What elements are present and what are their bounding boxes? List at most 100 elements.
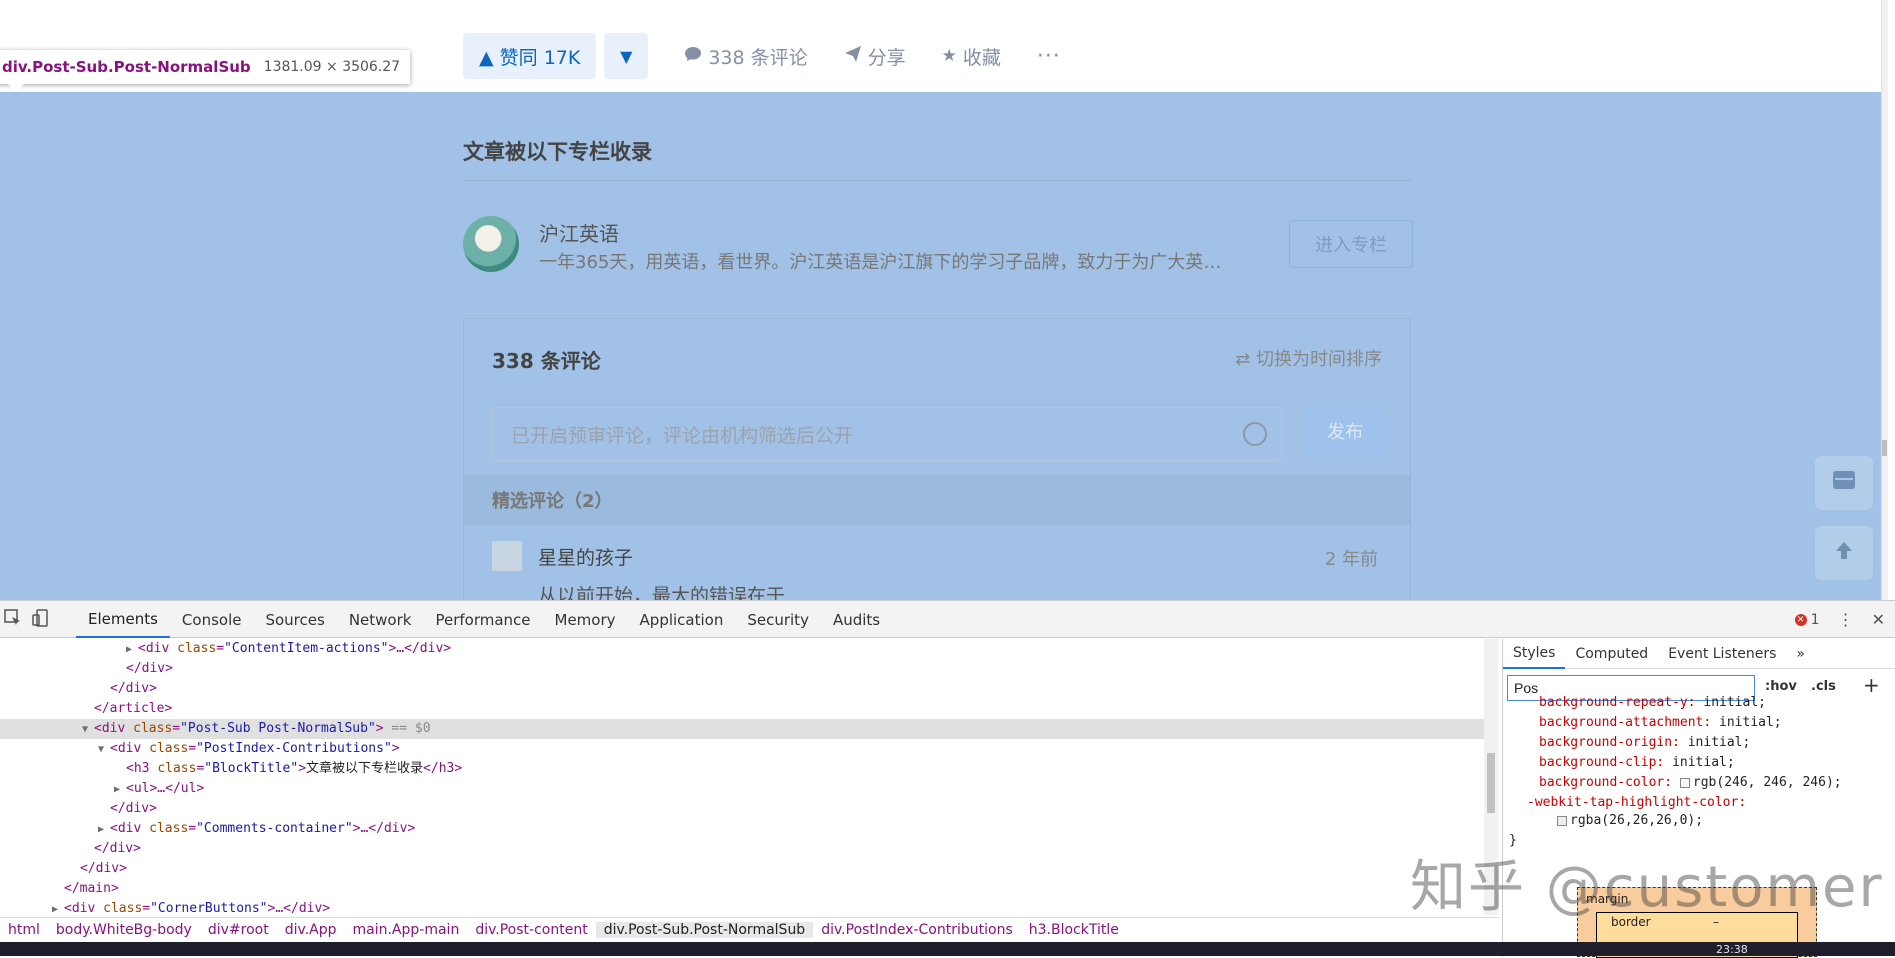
close-icon[interactable]: ✕: [1872, 610, 1885, 629]
tab-security[interactable]: Security: [735, 601, 821, 638]
tab-application[interactable]: Application: [628, 601, 736, 638]
dom-node[interactable]: </div>: [0, 799, 157, 819]
tooltip-selector: div.Post-Sub.Post-NormalSub: [2, 58, 251, 76]
dom-node[interactable]: ▶ <div class="CornerButtons">…</div>: [0, 899, 330, 915]
device-toolbar-icon[interactable]: [32, 609, 52, 629]
tab-styles[interactable]: Styles: [1503, 639, 1566, 669]
emoji-icon[interactable]: [1243, 422, 1267, 446]
new-rule-button[interactable]: +: [1863, 673, 1880, 697]
expand-triangle-icon[interactable]: ▶: [52, 900, 64, 915]
block-title: 文章被以下专栏收录: [463, 140, 652, 164]
breadcrumb-item[interactable]: div.App: [277, 922, 345, 938]
error-icon[interactable]: ✕: [1794, 613, 1807, 626]
tooltip-arrow: [8, 84, 24, 92]
arrow-up-icon: [1833, 539, 1855, 567]
dom-node[interactable]: </div>: [0, 679, 157, 699]
favorite-button[interactable]: ★ 收藏: [942, 43, 1001, 70]
comment-time: 2 年前: [1324, 549, 1378, 570]
dom-tree: ▶ <div class="ContentItem-actions">…</div…: [0, 639, 1484, 915]
comments-container: 338 条评论 ⇄ 切换为时间排序 已开启预审评论，评论由机构筛选后公开 发布 …: [463, 318, 1411, 600]
dom-node[interactable]: </div>: [0, 859, 127, 879]
breadcrumb: html body.WhiteBg-body div#root div.App …: [0, 917, 1500, 941]
kebab-menu-icon[interactable]: ⋮: [1838, 610, 1854, 629]
tab-console[interactable]: Console: [170, 601, 254, 638]
watermark: 知乎 @customer: [1410, 855, 1884, 920]
dom-node[interactable]: ▼ <div class="PostIndex-Contributions">: [0, 739, 400, 759]
tab-computed[interactable]: Computed: [1565, 639, 1658, 669]
feedback-corner-button[interactable]: [1815, 456, 1873, 510]
dom-node[interactable]: ▶ <div class="Comments-container">…</div>: [0, 819, 415, 839]
breadcrumb-item-active[interactable]: div.Post-Sub.Post-NormalSub: [595, 921, 814, 938]
dom-node[interactable]: ▶ <ul>…</ul>: [0, 779, 204, 799]
expand-triangle-icon[interactable]: ▶: [126, 640, 138, 660]
tab-performance[interactable]: Performance: [423, 601, 542, 638]
style-property[interactable]: background-clip: initial;: [1539, 753, 1735, 773]
tooltip-size: 1381.09 × 3506.27: [263, 59, 401, 75]
breadcrumb-item[interactable]: body.WhiteBg-body: [48, 922, 200, 938]
comment-input[interactable]: 已开启预审评论，评论由机构筛选后公开: [492, 407, 1282, 461]
collapse-triangle-icon[interactable]: ▼: [82, 720, 94, 740]
breadcrumb-item[interactable]: main.App-main: [345, 922, 468, 938]
error-count[interactable]: 1: [1811, 612, 1820, 628]
comment-author[interactable]: 星星的孩子: [538, 543, 633, 570]
comments-button[interactable]: 338 条评论: [684, 43, 808, 70]
style-property-value[interactable]: rgba(26,26,26,0);: [1557, 811, 1703, 831]
hov-toggle-button[interactable]: :hov: [1765, 679, 1797, 694]
column-description: 一年365天，用英语，看世界。沪江英语是沪江旗下的学习子品牌，致力于为广大英…: [539, 252, 1222, 273]
collapse-triangle-icon[interactable]: ▼: [98, 740, 110, 760]
tab-network[interactable]: Network: [337, 601, 424, 638]
column-avatar[interactable]: [463, 216, 519, 272]
share-label: 分享: [867, 46, 906, 69]
color-swatch[interactable]: [1679, 777, 1690, 788]
dom-node[interactable]: <h3 class="BlockTitle">文章被以下专栏收录</h3>: [0, 759, 462, 779]
style-property[interactable]: background-origin: initial;: [1539, 733, 1750, 753]
dom-node[interactable]: </div>: [0, 659, 173, 679]
enter-column-button[interactable]: 进入专栏: [1289, 220, 1413, 268]
comments-count-title: 338 条评论: [492, 349, 601, 373]
devtools-right-controls: ✕ 1 ⋮ ✕: [1794, 601, 1885, 638]
dom-node[interactable]: </div>: [0, 839, 141, 859]
breadcrumb-item[interactable]: div#root: [200, 922, 277, 938]
share-button[interactable]: 分享: [844, 43, 906, 70]
dom-node[interactable]: </main>: [0, 879, 119, 899]
breadcrumb-item[interactable]: html: [0, 922, 48, 938]
back-to-top-button[interactable]: [1815, 526, 1873, 580]
star-icon: ★: [941, 46, 957, 66]
style-property[interactable]: background-color: rgb(246, 246, 246);: [1539, 773, 1842, 793]
inspect-element-icon[interactable]: [4, 609, 24, 629]
expand-triangle-icon[interactable]: ▶: [114, 780, 126, 800]
tab-elements[interactable]: Elements: [76, 601, 170, 638]
breadcrumb-item[interactable]: div.PostIndex-Contributions: [813, 922, 1021, 938]
submit-comment-button[interactable]: 发布: [1302, 407, 1388, 455]
style-property[interactable]: background-attachment: initial;: [1539, 713, 1782, 733]
dom-node[interactable]: </article>: [0, 699, 172, 719]
sort-toggle-button[interactable]: ⇄ 切换为时间排序: [1235, 345, 1382, 371]
style-property[interactable]: -webkit-tap-highlight-color:: [1527, 793, 1746, 813]
paper-plane-icon: [844, 45, 862, 68]
dom-node[interactable]: ▶ <div class="ContentItem-actions">…</div…: [0, 639, 451, 659]
favorite-label: 收藏: [962, 46, 1001, 69]
color-swatch[interactable]: [1557, 815, 1567, 826]
tab-sources[interactable]: Sources: [253, 601, 336, 638]
tab-memory[interactable]: Memory: [543, 601, 628, 638]
vote-down-button[interactable]: ▼: [604, 33, 649, 79]
content-actions: ▲ 赞同 17K ▼ 338 条评论 分享 ★ 收藏 ···: [463, 32, 1061, 80]
tab-audits[interactable]: Audits: [821, 601, 892, 638]
comments-label: 338 条评论: [708, 46, 808, 69]
inspect-tooltip: div.Post-Sub.Post-NormalSub 1381.09 × 35…: [0, 50, 411, 84]
comment-bubble-icon: [684, 45, 702, 68]
more-icon[interactable]: ···: [1037, 44, 1061, 69]
devtools-toolbar: Elements Console Sources Network Perform…: [0, 601, 1895, 638]
style-property[interactable]: background-repeat-y: initial;: [1539, 693, 1766, 713]
expand-triangle-icon[interactable]: ▶: [98, 820, 110, 840]
breadcrumb-item[interactable]: div.Post-content: [467, 922, 595, 938]
cls-toggle-button[interactable]: .cls: [1811, 679, 1836, 694]
dom-node-selected[interactable]: ▼ <div class="Post-Sub Post-NormalSub"> =…: [0, 719, 1484, 739]
vote-up-button[interactable]: ▲ 赞同 17K: [463, 33, 597, 79]
tab-event-listeners[interactable]: Event Listeners: [1658, 639, 1786, 669]
page-scrollbar[interactable]: [1881, 0, 1888, 600]
more-tabs-icon[interactable]: »: [1786, 639, 1815, 669]
column-name[interactable]: 沪江英语: [539, 218, 619, 247]
breadcrumb-item[interactable]: h3.BlockTitle: [1021, 922, 1127, 938]
avatar[interactable]: [492, 541, 522, 571]
